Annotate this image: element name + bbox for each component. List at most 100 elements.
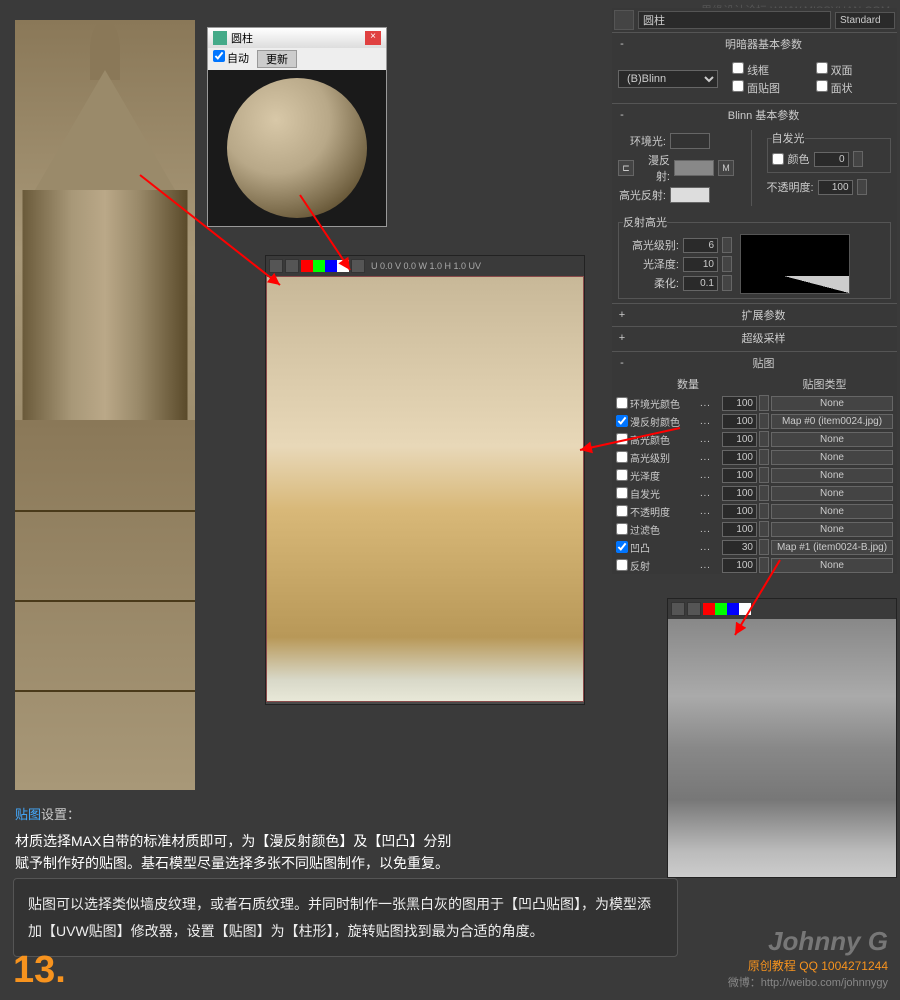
map-checkbox[interactable] (616, 541, 628, 553)
ambient-label: 环境光: (618, 133, 666, 149)
map-label: 光泽度 (630, 468, 698, 483)
tip-box: 贴图可以选择类似墙皮纹理，或者石质纹理。并同时制作一张黑白灰的图用于【凹凸贴图】… (13, 878, 678, 957)
selfillum-spinner[interactable] (814, 152, 849, 167)
shader-select[interactable]: (B)Blinn (618, 70, 718, 88)
map-slot-button[interactable]: None (771, 432, 893, 447)
uv-toolbar: U 0.0 V 0.0 W 1.0 H 1.0 UV (266, 256, 584, 276)
map-amount[interactable] (722, 432, 757, 447)
preview-body (208, 70, 386, 226)
uv-editor-window[interactable]: U 0.0 V 0.0 W 1.0 H 1.0 UV (265, 255, 585, 705)
extended-section[interactable]: +扩展参数 (612, 304, 897, 326)
map-slot-button[interactable]: None (771, 558, 893, 573)
map-row-7: 过滤色 . . . None (612, 520, 897, 538)
map-slot-button[interactable]: Map #1 (item0024-B.jpg) (771, 540, 893, 555)
maps-section-header[interactable]: -贴图 (612, 352, 897, 374)
gloss-spinner[interactable] (683, 257, 718, 272)
diffuse-swatch[interactable] (674, 160, 714, 176)
map-row-0: 环境光颜色 . . . None (612, 394, 897, 412)
wireframe-checkbox[interactable]: 线框 (732, 62, 808, 78)
map-label: 环境光颜色 (630, 396, 698, 411)
supersample-section[interactable]: +超级采样 (612, 327, 897, 349)
map-checkbox[interactable] (616, 469, 628, 481)
speclevel-spinner[interactable] (683, 238, 718, 253)
ambient-swatch[interactable] (670, 133, 710, 149)
spin-btns[interactable] (857, 179, 867, 195)
auto-checkbox[interactable]: 自动 (213, 50, 249, 68)
opacity-spinner[interactable] (818, 180, 853, 195)
opacity-label: 不透明度: (767, 179, 814, 195)
facemap-checkbox[interactable]: 面贴图 (732, 80, 808, 96)
preview-title: 圆柱 (231, 30, 253, 46)
map-slot-button[interactable]: None (771, 486, 893, 501)
twosided-checkbox[interactable]: 双面 (816, 62, 892, 78)
map-amount[interactable] (722, 558, 757, 573)
text-heading: 贴图设置： (15, 805, 80, 826)
map-label: 漫反射颜色 (630, 414, 698, 429)
map-checkbox[interactable] (616, 505, 628, 517)
preview-controls: 自动 更新 (208, 48, 386, 70)
material-editor: Standard -明暗器基本参数 (B)Blinn 线框 双面 面贴图 面状 … (612, 8, 897, 574)
lock-button[interactable]: ⊏ (618, 160, 634, 176)
map-checkbox[interactable] (616, 523, 628, 535)
uv-tool-1[interactable] (269, 259, 283, 273)
map-checkbox[interactable] (616, 559, 628, 571)
map-label: 过滤色 (630, 522, 698, 537)
map-slot-button[interactable]: None (771, 504, 893, 519)
map-checkbox[interactable] (616, 397, 628, 409)
map-row-1: 漫反射颜色 . . . Map #0 (item0024.jpg) (612, 412, 897, 430)
shader-section-header[interactable]: -明暗器基本参数 (612, 33, 897, 55)
map-slot-button[interactable]: None (771, 522, 893, 537)
map-label: 高光级别 (630, 450, 698, 465)
text-body: 材质选择MAX自带的标准材质即可，为【漫反射颜色】及【凹凸】分别 赋予制作好的贴… (15, 830, 451, 875)
material-preview-window[interactable]: 圆柱 × 自动 更新 (207, 27, 387, 227)
material-type-button[interactable]: Standard (835, 12, 895, 29)
diffuse-map-btn[interactable]: M (718, 160, 734, 176)
map-label: 自发光 (630, 486, 698, 501)
map-slot-button[interactable]: Map #0 (item0024.jpg) (771, 414, 893, 429)
map-checkbox[interactable] (616, 451, 628, 463)
bump-texture-window[interactable] (667, 598, 897, 878)
pillar-model (15, 20, 195, 790)
uv-colors[interactable] (301, 260, 349, 272)
map-amount[interactable] (722, 486, 757, 501)
map-row-9: 反射 . . . None (612, 556, 897, 574)
update-button[interactable]: 更新 (257, 50, 297, 68)
map-amount[interactable] (722, 468, 757, 483)
map-label: 反射 (630, 558, 698, 573)
specular-swatch[interactable] (670, 187, 710, 203)
step-number: 13. (13, 949, 66, 992)
gloss-label: 光泽度: (623, 256, 679, 272)
map-slot-button[interactable]: None (771, 468, 893, 483)
map-amount[interactable] (722, 540, 757, 555)
map-row-4: 光泽度 . . . None (612, 466, 897, 484)
uv-tool-2[interactable] (285, 259, 299, 273)
close-button[interactable]: × (365, 31, 381, 45)
diffuse-label: 漫反射: (638, 152, 670, 184)
selfillum-group: 自发光 (772, 130, 805, 146)
map-row-2: 高光颜色 . . . None (612, 430, 897, 448)
map-checkbox[interactable] (616, 487, 628, 499)
eyedropper-button[interactable] (614, 10, 634, 30)
soften-spinner[interactable] (683, 276, 718, 291)
preview-titlebar[interactable]: 圆柱 × (208, 28, 386, 48)
material-name-input[interactable] (638, 11, 831, 29)
app-icon (213, 31, 227, 45)
map-amount[interactable] (722, 396, 757, 411)
map-amount[interactable] (722, 414, 757, 429)
specular-label: 高光反射: (618, 187, 666, 203)
selfillum-checkbox[interactable] (772, 153, 784, 165)
blinn-section-header[interactable]: -Blinn 基本参数 (612, 104, 897, 126)
map-slot-button[interactable]: None (771, 450, 893, 465)
speclevel-label: 高光级别: (623, 237, 679, 253)
spin-btns[interactable] (853, 151, 863, 167)
map-checkbox[interactable] (616, 415, 628, 427)
map-amount[interactable] (722, 450, 757, 465)
uv-tool-3[interactable] (351, 259, 365, 273)
specular-curve (740, 234, 850, 294)
map-checkbox[interactable] (616, 433, 628, 445)
map-amount[interactable] (722, 522, 757, 537)
map-slot-button[interactable]: None (771, 396, 893, 411)
map-amount[interactable] (722, 504, 757, 519)
faceted-checkbox[interactable]: 面状 (816, 80, 892, 96)
spec-group: 反射高光 (623, 214, 667, 230)
